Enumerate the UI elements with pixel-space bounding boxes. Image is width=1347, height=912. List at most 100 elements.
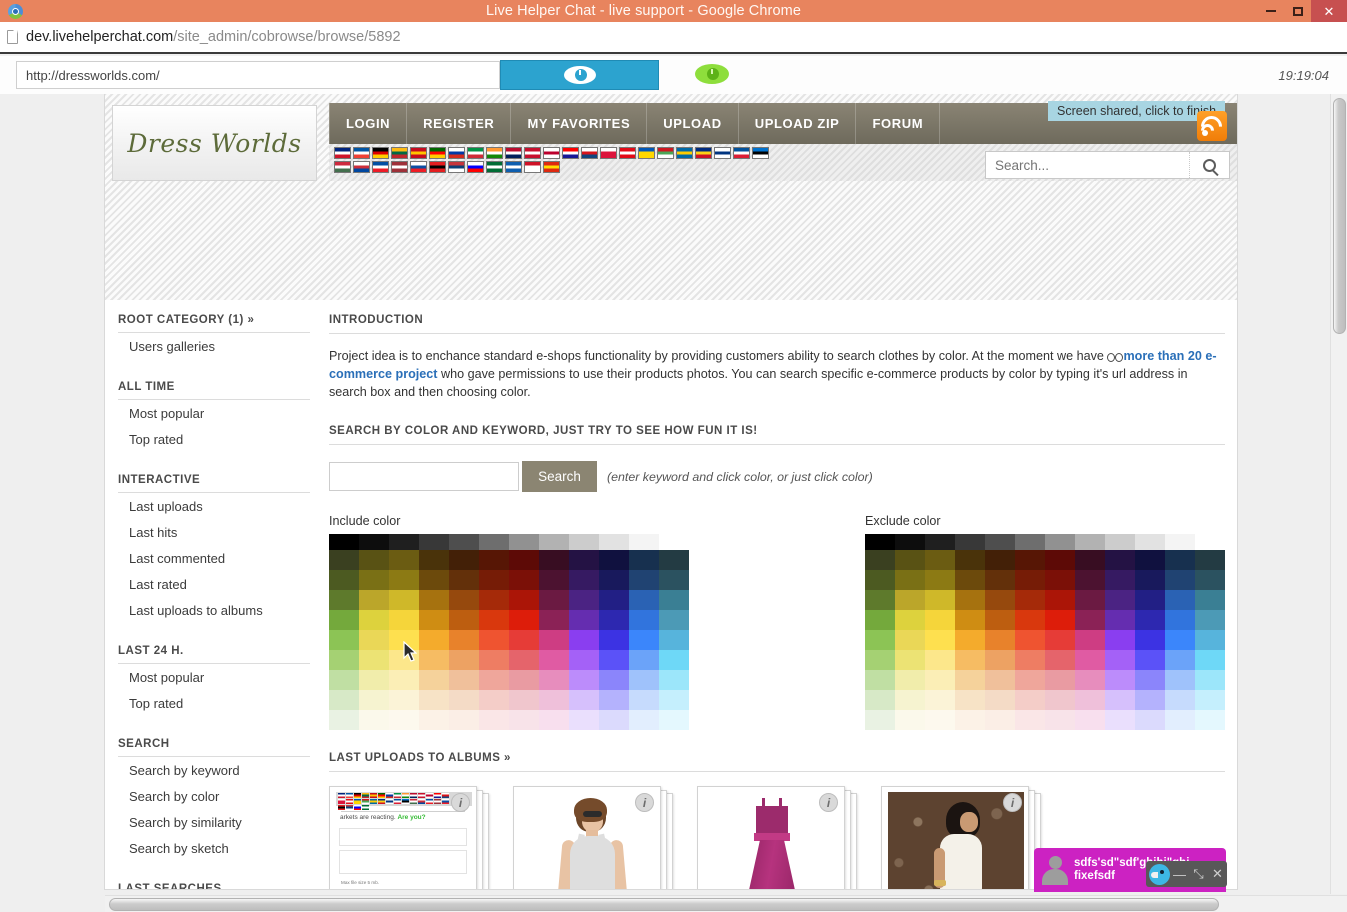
flag-polish-icon[interactable] [600,147,617,159]
exclude-swatch-2-5[interactable] [1015,590,1045,610]
exclude-swatch-8-8[interactable] [1105,710,1135,730]
include-swatch-4-10[interactable] [629,630,659,650]
exclude-swatch-5-5[interactable] [1015,650,1045,670]
flag-latvian-icon[interactable] [391,161,408,173]
include-swatch-1-4[interactable] [449,570,479,590]
include-swatch-gray-0[interactable] [329,534,359,550]
include-swatch-3-11[interactable] [659,610,689,630]
include-swatch-3-5[interactable] [479,610,509,630]
exclude-swatch-7-3[interactable] [955,690,985,710]
site-search-input[interactable] [986,157,1189,173]
include-swatch-1-5[interactable] [479,570,509,590]
chat-minimize-button[interactable]: — [1170,867,1189,882]
thumb-woman-tank-top[interactable]: i [513,786,661,889]
include-swatch-4-4[interactable] [449,630,479,650]
sidebar-item-last-commented[interactable]: Last commented [118,545,310,571]
keyword-search-input[interactable] [329,462,519,491]
include-swatch-3-0[interactable] [329,610,359,630]
sidebar-item-most-popular[interactable]: Most popular [118,664,310,690]
include-swatch-1-7[interactable] [539,570,569,590]
exclude-swatch-5-11[interactable] [1195,650,1225,670]
exclude-swatch-2-10[interactable] [1165,590,1195,610]
exclude-swatch-5-9[interactable] [1135,650,1165,670]
include-swatch-0-0[interactable] [329,550,359,570]
include-swatch-2-7[interactable] [539,590,569,610]
include-swatch-gray-11[interactable] [659,534,689,550]
include-swatch-6-9[interactable] [599,670,629,690]
exclude-swatch-6-9[interactable] [1135,670,1165,690]
exclude-swatch-6-8[interactable] [1105,670,1135,690]
include-swatch-5-1[interactable] [359,650,389,670]
sidebar-item-search-by-sketch[interactable]: Search by sketch [118,835,310,861]
include-swatch-0-9[interactable] [599,550,629,570]
include-swatch-gray-6[interactable] [509,534,539,550]
include-swatch-5-11[interactable] [659,650,689,670]
include-swatch-4-9[interactable] [599,630,629,650]
include-swatch-7-2[interactable] [389,690,419,710]
flag-swedish-icon[interactable] [676,147,693,159]
include-swatch-gray-8[interactable] [569,534,599,550]
exclude-swatch-6-7[interactable] [1075,670,1105,690]
exclude-swatch-6-1[interactable] [895,670,925,690]
flag-english-icon[interactable] [334,147,351,159]
include-swatch-3-1[interactable] [359,610,389,630]
include-swatch-6-4[interactable] [449,670,479,690]
sidebar-item-search-by-keyword[interactable]: Search by keyword [118,757,310,783]
window-minimize-button[interactable] [1257,0,1284,22]
include-swatch-1-0[interactable] [329,570,359,590]
sidebar-item-top-rated[interactable]: Top rated [118,690,310,716]
exclude-swatch-7-0[interactable] [865,690,895,710]
flag-japanese-icon[interactable] [543,147,560,159]
exclude-swatch-gray-10[interactable] [1165,534,1195,550]
exclude-swatch-6-6[interactable] [1045,670,1075,690]
exclude-swatch-5-6[interactable] [1045,650,1075,670]
include-swatch-gray-2[interactable] [389,534,419,550]
include-swatch-8-3[interactable] [419,710,449,730]
include-swatch-1-6[interactable] [509,570,539,590]
exclude-swatch-3-8[interactable] [1105,610,1135,630]
include-swatch-8-1[interactable] [359,710,389,730]
flag-greek-icon[interactable] [505,161,522,173]
exclude-swatch-1-3[interactable] [955,570,985,590]
include-swatch-2-8[interactable] [569,590,599,610]
thumb-info-icon[interactable]: i [819,793,838,812]
exclude-swatch-0-0[interactable] [865,550,895,570]
exclude-swatch-6-11[interactable] [1195,670,1225,690]
include-swatch-6-10[interactable] [629,670,659,690]
exclude-swatch-1-2[interactable] [925,570,955,590]
exclude-swatch-7-5[interactable] [1015,690,1045,710]
include-color-grid[interactable] [329,534,689,730]
exclude-swatch-gray-0[interactable] [865,534,895,550]
rss-feed-icon[interactable] [1196,111,1227,142]
exclude-swatch-0-2[interactable] [925,550,955,570]
exclude-swatch-0-8[interactable] [1105,550,1135,570]
flag-czech-icon[interactable] [581,147,598,159]
exclude-swatch-8-7[interactable] [1075,710,1105,730]
exclude-swatch-gray-11[interactable] [1195,534,1225,550]
window-close-button[interactable]: ✕ [1311,0,1347,22]
exclude-swatch-gray-7[interactable] [1075,534,1105,550]
exclude-swatch-4-2[interactable] [925,630,955,650]
include-swatch-0-2[interactable] [389,550,419,570]
exclude-color-grid[interactable] [865,534,1225,730]
exclude-swatch-3-3[interactable] [955,610,985,630]
flag-croatian-icon[interactable] [562,147,579,159]
include-swatch-7-8[interactable] [569,690,599,710]
include-swatch-6-8[interactable] [569,670,599,690]
include-swatch-7-7[interactable] [539,690,569,710]
include-swatch-4-0[interactable] [329,630,359,650]
flag-north-korean-icon[interactable] [372,161,389,173]
exclude-swatch-gray-2[interactable] [925,534,955,550]
exclude-swatch-6-5[interactable] [1015,670,1045,690]
flag-french-icon[interactable] [353,147,370,159]
include-swatch-2-3[interactable] [419,590,449,610]
include-swatch-6-0[interactable] [329,670,359,690]
include-swatch-5-9[interactable] [599,650,629,670]
thumb-magenta-dress[interactable]: i [697,786,845,889]
include-swatch-3-6[interactable] [509,610,539,630]
flag-spanish-icon[interactable] [410,147,427,159]
site-search-button[interactable] [1189,152,1229,178]
include-swatch-5-5[interactable] [479,650,509,670]
exclude-swatch-5-10[interactable] [1165,650,1195,670]
include-swatch-5-8[interactable] [569,650,599,670]
